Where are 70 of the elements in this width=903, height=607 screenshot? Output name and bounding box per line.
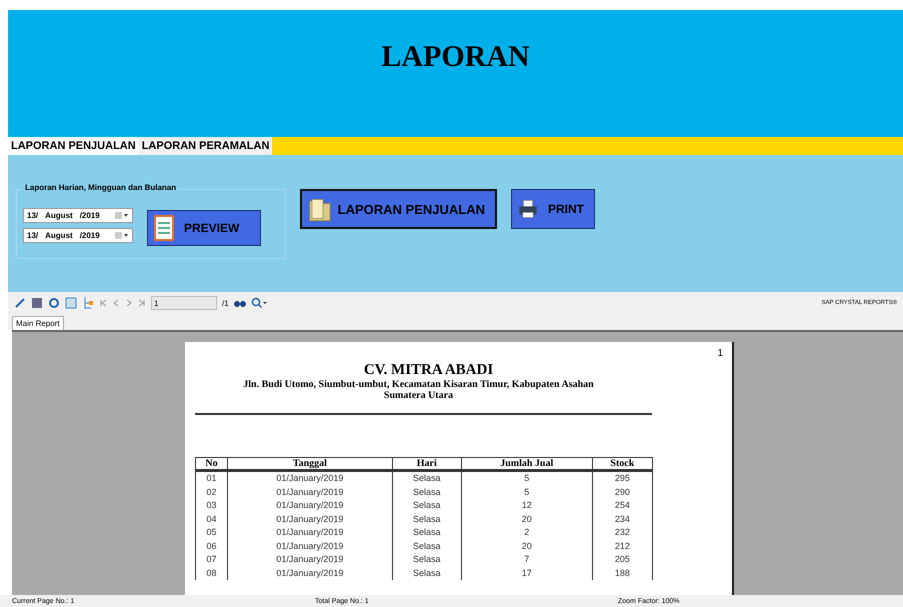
previous-icon[interactable]: [112, 299, 120, 307]
report-tab[interactable]: Main Report: [12, 316, 64, 330]
page-number: 1: [717, 348, 723, 359]
table-cell: 205: [592, 553, 652, 566]
report-icon: [154, 215, 174, 241]
calendar-dropdown-icon[interactable]: [115, 211, 129, 220]
table-cell: 295: [592, 470, 652, 486]
column-header: Stock: [592, 458, 652, 470]
table-cell: 01/January/2019: [228, 470, 392, 486]
table-cell: 01/January/2019: [228, 540, 392, 553]
zoom-icon[interactable]: [250, 297, 267, 309]
group-legend: Laporan Harian, Mingguan dan Bulanan: [23, 183, 178, 192]
table-cell: 5: [461, 470, 592, 486]
table-cell: 17: [461, 566, 592, 580]
table-cell: 01/January/2019: [228, 526, 392, 540]
table-cell: 20: [461, 540, 592, 553]
table-cell: 188: [592, 566, 652, 580]
table-cell: 03: [196, 499, 228, 512]
table-cell: 2: [461, 526, 592, 540]
table-cell: 12: [461, 499, 592, 512]
table-cell: Selasa: [392, 512, 462, 526]
table-cell: 05: [196, 526, 228, 540]
column-header: Tanggal: [228, 458, 392, 470]
table-cell: Selasa: [392, 540, 462, 553]
table-cell: 07: [196, 553, 228, 566]
table-cell: 5: [461, 486, 592, 499]
table-cell: Selasa: [392, 486, 462, 499]
calendar-dropdown-icon[interactable]: [115, 231, 129, 240]
report-button[interactable]: LAPORAN PENJUALAN: [300, 189, 497, 229]
company-address: Jln. Budi Utomo, Siumbut-umbut, Kecamatan Kisaran Timur, Kabupaten Asahan: [242, 379, 595, 390]
table-cell: 08: [196, 566, 228, 580]
table-cell: 04: [196, 512, 228, 526]
page-total: /1: [222, 298, 229, 308]
table-cell: 01/January/2019: [228, 553, 392, 566]
table-cell: 06: [196, 540, 228, 553]
date-picker[interactable]: 13/ August /2019: [23, 228, 133, 243]
company-region: Sumatera Utara: [382, 390, 454, 401]
table-cell: 01/January/2019: [228, 499, 392, 512]
company-name: CV. MITRA ABADI: [362, 362, 494, 379]
table-cell: Selasa: [392, 470, 462, 486]
column-header: Jumlah Jual: [461, 458, 592, 470]
table-cell: 234: [592, 512, 652, 526]
page-title: LAPORAN: [381, 40, 530, 75]
table-cell: 01: [196, 470, 228, 486]
date-picker[interactable]: 13/ August /2019: [23, 208, 133, 223]
first-page-icon[interactable]: [99, 299, 107, 307]
preview-button[interactable]: PREVIEW: [147, 210, 261, 246]
table-cell: 212: [592, 540, 652, 553]
table-cell: 01/January/2019: [228, 512, 392, 526]
tab[interactable]: LAPORAN PENJUALAN: [8, 137, 139, 155]
column-header: No: [196, 458, 228, 470]
print-button[interactable]: PRINT: [511, 189, 595, 229]
table-cell: 20: [461, 512, 592, 526]
table-cell: 7: [461, 553, 592, 566]
table-cell: Selasa: [392, 566, 462, 580]
tab[interactable]: LAPORAN PERAMALAN: [138, 137, 272, 155]
table-cell: 290: [592, 486, 652, 499]
next-icon[interactable]: [125, 299, 133, 307]
table-cell: 01/January/2019: [228, 566, 392, 580]
table-cell: 01/January/2019: [228, 486, 392, 499]
column-header: Hari: [392, 458, 462, 470]
table-cell: 232: [592, 526, 652, 540]
page-field[interactable]: 1: [151, 296, 217, 310]
table-cell: Selasa: [392, 499, 462, 512]
table-cell: Selasa: [392, 526, 462, 540]
table-cell: 02: [196, 486, 228, 499]
table-cell: 254: [592, 499, 652, 512]
tree-icon[interactable]: [82, 296, 94, 310]
last-page-icon[interactable]: [138, 299, 146, 307]
table-cell: Selasa: [392, 553, 462, 566]
